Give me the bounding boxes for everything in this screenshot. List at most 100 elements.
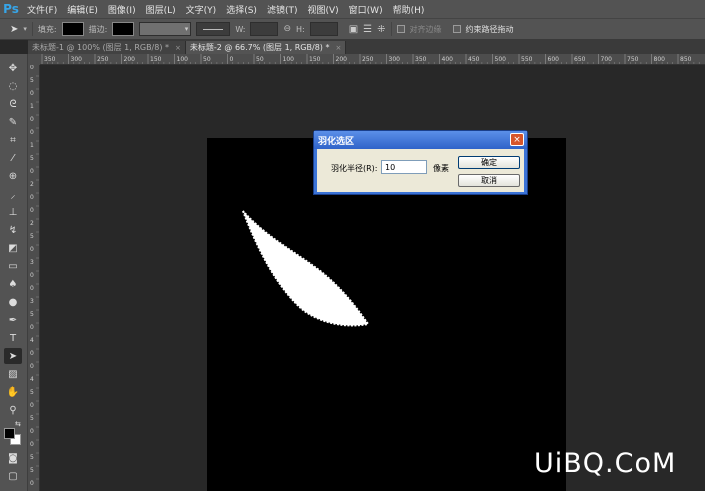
stroke-swatch[interactable]: [112, 22, 135, 36]
menu-edit[interactable]: 编辑(E): [62, 3, 103, 16]
vertical-ruler-ticks: 0 5 0 1 0 0 1 5 0 2 0 0 2 5 0 3 0 0 3 5 0 4 0 0 4 5 0 5 0 0 5 5 0: [30, 62, 39, 487]
blur-tool-icon[interactable]: ♠: [4, 276, 22, 292]
close-icon[interactable]: ×: [510, 133, 524, 146]
shape-tool-icon[interactable]: ▨: [4, 366, 22, 382]
menu-type[interactable]: 文字(Y): [181, 3, 222, 16]
path-alignment-icon[interactable]: ☰: [363, 24, 372, 35]
ruler-tick-label: 0: [30, 428, 34, 435]
swap-colors-icon[interactable]: ⇆: [15, 420, 21, 428]
horizontal-ruler: 350 300 250 200 150 100 50 0 50 100 150 200 250 300 35…: [40, 54, 705, 65]
ruler-tick-label: 5: [30, 454, 34, 461]
dialog-body: 羽化半径(R): 10 像素 确定 取消: [317, 149, 524, 192]
ok-button[interactable]: 确定: [458, 156, 520, 169]
ruler-tick-label: 850: [680, 56, 692, 63]
menu-image[interactable]: 图像(I): [103, 3, 141, 16]
width-input[interactable]: [250, 22, 279, 36]
ruler-tick-label: 600: [548, 56, 560, 63]
ruler-tick-label: 5: [30, 415, 34, 422]
brush-tool-icon[interactable]: ⸝: [4, 186, 22, 202]
ruler-tick-label: 50: [256, 56, 264, 63]
menu-window[interactable]: 窗口(W): [344, 3, 388, 16]
path-arrangement-icon[interactable]: ⁜: [377, 24, 385, 35]
tool-preset-dropdown-icon[interactable]: ▾: [23, 25, 27, 33]
ruler-tick-label: 400: [442, 56, 454, 63]
path-selection-tool-icon[interactable]: ➤: [4, 348, 22, 364]
crop-tool-icon[interactable]: ⌗: [4, 132, 22, 148]
dodge-tool-icon[interactable]: ●: [4, 294, 22, 310]
menu-view[interactable]: 视图(V): [302, 3, 343, 16]
stroke-width-dropdown[interactable]: ▾: [139, 22, 192, 36]
eyedropper-tool-icon[interactable]: ⁄: [4, 150, 22, 166]
zoom-tool-icon[interactable]: ⚲: [4, 402, 22, 418]
ruler-tick-label: 5: [30, 311, 34, 318]
stroke-type-dropdown[interactable]: [196, 22, 231, 36]
ruler-tick-label: 300: [389, 56, 401, 63]
width-label: W:: [235, 24, 246, 34]
healing-brush-tool-icon[interactable]: ⊕: [4, 168, 22, 184]
ruler-tick-label: 100: [177, 56, 189, 63]
menu-filter[interactable]: 滤镜(T): [262, 3, 303, 16]
vertical-ruler: 0 5 0 1 0 0 1 5 0 2 0 0 2 5 0 3 0 0 3 5 0 4 0 0 4 5 0 5 0 0 5 5 0: [28, 54, 40, 491]
ruler-tick-label: 350: [44, 56, 56, 63]
document-tabs: 未标题-1 @ 100% (图层 1, RGB/8) * × 未标题-2 @ 6…: [28, 40, 705, 54]
ruler-tick-label: 0: [30, 116, 34, 123]
type-tool-icon[interactable]: T: [4, 330, 22, 346]
options-bar: ➤ ▾ 填充: 描边: ▾ W: ⊖ H: ▣ ☰ ⁜ 对齐边缘 约束路径拖动: [0, 18, 705, 40]
hand-tool-icon[interactable]: ✋: [4, 384, 22, 400]
tab-close-icon[interactable]: ×: [175, 44, 181, 52]
ruler-tick-label: 200: [124, 56, 136, 63]
ruler-tick-label: 550: [521, 56, 533, 63]
clone-stamp-tool-icon[interactable]: ⊥: [4, 204, 22, 220]
divider: [31, 22, 33, 36]
link-icon[interactable]: ⊖: [283, 24, 291, 34]
screen-mode-icon[interactable]: ▢: [4, 468, 22, 484]
constrain-path-label: 约束路径拖动: [465, 24, 514, 34]
ruler-tick-label: 4: [30, 337, 34, 344]
ruler-tick-label: 1: [30, 142, 34, 149]
ruler-tick-label: 0: [30, 64, 34, 71]
marquee-tool-icon[interactable]: ◌: [4, 78, 22, 94]
ruler-tick-label: 0: [30, 272, 34, 279]
height-label: H:: [296, 24, 305, 34]
pen-tool-icon[interactable]: ✒: [4, 312, 22, 328]
stroke-line-icon: [203, 28, 224, 30]
ruler-tick-label: 5: [30, 155, 34, 162]
tab-close-icon[interactable]: ×: [335, 44, 341, 52]
dialog-title: 羽化选区: [314, 131, 527, 149]
horizontal-ruler-ticks: 350 300 250 200 150 100 50 0 50 100 150 200 250 300 35…: [41, 54, 700, 64]
quick-mask-icon[interactable]: ◙: [4, 450, 22, 466]
ruler-tick-label: 0: [30, 194, 34, 201]
cancel-button[interactable]: 取消: [458, 174, 520, 187]
eraser-tool-icon[interactable]: ◩: [4, 240, 22, 256]
foreground-color-swatch[interactable]: [4, 428, 15, 439]
ruler-tick-label: 100: [283, 56, 295, 63]
menu-layer[interactable]: 图层(L): [141, 3, 181, 16]
constrain-path-checkbox[interactable]: [452, 25, 461, 33]
menu-select[interactable]: 选择(S): [221, 3, 262, 16]
lasso-tool-icon[interactable]: ᘓ: [4, 96, 22, 112]
ruler-tick-label: 50: [203, 56, 211, 63]
path-operations-icon[interactable]: ▣: [349, 24, 358, 35]
align-edges-checkbox[interactable]: [396, 25, 405, 33]
menu-help[interactable]: 帮助(H): [388, 3, 430, 16]
gradient-tool-icon[interactable]: ▭: [4, 258, 22, 274]
path-select-tool-icon[interactable]: ➤: [10, 24, 18, 35]
ruler-tick-label: 5: [30, 233, 34, 240]
ruler-tick-label: 150: [150, 56, 162, 63]
tools-panel: ✥ ◌ ᘓ ✎ ⌗ ⁄ ⊕ ⸝ ⊥ ↯ ◩ ▭ ♠ ● ✒ T ➤ ▨ ✋ ⚲ …: [0, 54, 28, 491]
fill-swatch[interactable]: [61, 22, 84, 36]
height-input[interactable]: [309, 22, 338, 36]
ruler-tick-label: 250: [362, 56, 374, 63]
ruler-tick-label: 0: [30, 363, 34, 370]
feather-unit-label: 像素: [433, 164, 449, 173]
ruler-tick-label: 4: [30, 376, 34, 383]
history-brush-tool-icon[interactable]: ↯: [4, 222, 22, 238]
move-tool-icon[interactable]: ✥: [4, 60, 22, 76]
feather-radius-input[interactable]: 10: [381, 160, 427, 174]
tab-document-1[interactable]: 未标题-1 @ 100% (图层 1, RGB/8) * ×: [28, 41, 186, 54]
ruler-tick-label: 500: [495, 56, 507, 63]
ruler-tick-label: 800: [654, 56, 666, 63]
tab-document-2[interactable]: 未标题-2 @ 66.7% (图层 1, RGB/8) * ×: [185, 41, 347, 54]
menu-file[interactable]: 文件(F): [22, 3, 62, 16]
quick-select-tool-icon[interactable]: ✎: [4, 114, 22, 130]
